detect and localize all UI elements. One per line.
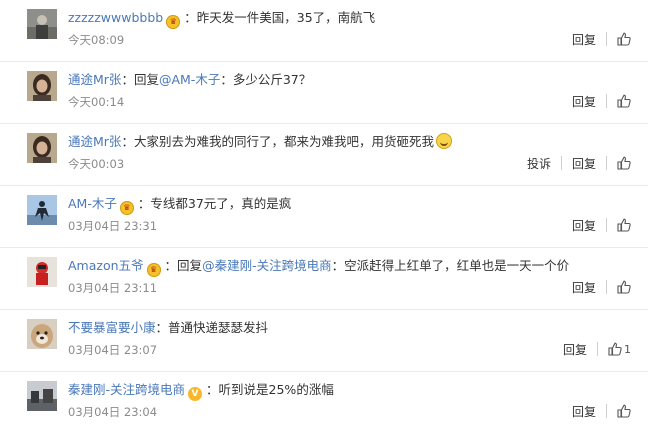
comment-actions: 回复 — [572, 403, 631, 419]
thumbs-up-icon — [617, 218, 631, 232]
timestamp: 03月04日 23:04 — [68, 405, 158, 419]
verified-v-icon: V — [188, 387, 203, 401]
divider — [606, 156, 607, 170]
comment-item: 不要暴富要小康：普通快递瑟瑟发抖 03月04日 23:07 回复 1 — [0, 310, 648, 372]
avatar[interactable] — [27, 133, 57, 163]
username-link[interactable]: 不要暴富要小康 — [68, 320, 156, 335]
vip-badge-icon: ♛ — [166, 15, 181, 29]
divider — [606, 32, 607, 46]
comment-actions: 回复 — [572, 93, 631, 109]
comment-text: 普通快递瑟瑟发抖 — [168, 320, 269, 335]
avatar[interactable] — [27, 319, 57, 349]
reply-link[interactable]: 回复 — [572, 31, 596, 48]
laughing-emoji-icon — [435, 133, 452, 149]
thumbs-up-icon — [617, 32, 631, 46]
reply-link[interactable]: 回复 — [572, 403, 596, 420]
username-link[interactable]: AM-木子 — [68, 196, 117, 211]
comment-item: AM-木子 ♛ ：专线都37元了，真的是疯 03月04日 23:31 回复 — [0, 186, 648, 248]
like-button[interactable] — [617, 156, 631, 170]
like-button[interactable] — [617, 280, 631, 294]
comment-content: AM-木子 ♛ ：专线都37元了，真的是疯 — [68, 195, 630, 215]
divider — [606, 94, 607, 108]
username-link[interactable]: 通途Mr张 — [68, 134, 121, 149]
divider — [606, 404, 607, 418]
comment-actions: 回复 — [572, 279, 631, 295]
comment-text: 大家别去为难我的同行了，都来为难我吧，用货砸死我 — [133, 134, 434, 149]
comment-item: 通途Mr张：大家别去为难我的同行了，都来为难我吧，用货砸死我 今天00:03 投… — [0, 124, 648, 186]
username-link[interactable]: Amazon五爷 — [68, 258, 144, 273]
comment-content: 不要暴富要小康：普通快递瑟瑟发抖 — [68, 320, 269, 335]
comment-actions: 投诉 回复 — [527, 155, 631, 171]
reply-prefix: 回复 — [133, 72, 159, 87]
comment-actions: 回复 1 — [563, 341, 631, 357]
username-link[interactable]: 通途Mr张 — [68, 72, 121, 87]
comment-list: zzzzzwwwbbbb ♛ ：昨天发一件美国，35了，南航飞 今天08:09 回复… — [0, 0, 648, 443]
divider — [560, 156, 562, 170]
avatar[interactable] — [27, 9, 57, 39]
timestamp: 03月04日 23:07 — [68, 343, 158, 357]
like-button[interactable] — [617, 94, 631, 108]
avatar[interactable] — [27, 195, 57, 225]
avatar[interactable] — [27, 71, 57, 101]
thumbs-up-icon — [617, 280, 631, 294]
comment-text: 多少公斤37？ — [232, 72, 312, 87]
comment-item: 秦建刚-关注跨境电商 V ：听到说是25%的涨幅 03月04日 23:04 回复 — [0, 372, 648, 443]
vip-badge-icon: ♛ — [146, 263, 161, 277]
username-link[interactable]: 秦建刚-关注跨境电商 — [68, 382, 185, 397]
reply-link[interactable]: 回复 — [572, 217, 596, 234]
timestamp: 03月04日 23:31 — [68, 219, 158, 233]
thumbs-up-icon — [617, 404, 631, 418]
divider — [606, 280, 607, 294]
comment-text: 空派赶得上红单了，红单也是一天一个价 — [344, 258, 570, 273]
mention-link[interactable]: @秦建刚-关注跨境电商 — [202, 258, 332, 273]
username-link[interactable]: zzzzzwwwbbbb — [68, 10, 163, 25]
comment-item: zzzzzwwwbbbb ♛ ：昨天发一件美国，35了，南航飞 今天08:09 回复 — [0, 0, 648, 62]
divider — [606, 218, 607, 232]
avatar[interactable] — [27, 381, 57, 411]
vip-badge-icon: ♛ — [119, 201, 134, 215]
comment-actions: 回复 — [572, 217, 631, 233]
thumbs-up-icon — [608, 342, 622, 356]
timestamp: 今天08:09 — [68, 33, 125, 47]
comment-actions: 回复 — [572, 31, 631, 47]
timestamp: 今天00:03 — [68, 157, 125, 171]
like-button[interactable]: 1 — [608, 342, 631, 356]
comment-content: 通途Mr张：回复@AM-木子：多少公斤37？ — [68, 72, 312, 87]
like-button[interactable] — [617, 218, 631, 232]
thumbs-up-icon — [617, 94, 631, 108]
like-count: 1 — [624, 342, 631, 356]
reply-link[interactable]: 回复 — [572, 93, 596, 110]
comment-item: Amazon五爷 ♛ ：回复@秦建刚-关注跨境电商：空派赶得上红单了，红单也是一天一… — [0, 248, 648, 310]
reply-prefix: 回复 — [177, 258, 203, 273]
comment-text: 专线都37元了，真的是疯 — [150, 196, 292, 211]
reply-link[interactable]: 回复 — [563, 341, 587, 358]
like-button[interactable] — [617, 32, 631, 46]
reply-link[interactable]: 回复 — [572, 155, 596, 172]
mention-link[interactable]: @AM-木子 — [159, 72, 220, 87]
comment-content: zzzzzwwwbbbb ♛ ：昨天发一件美国，35了，南航飞 — [68, 9, 630, 29]
timestamp: 03月04日 23:11 — [68, 281, 158, 295]
comment-item: 通途Mr张：回复@AM-木子：多少公斤37？ 今天00:14 回复 — [0, 62, 648, 124]
divider — [597, 342, 598, 356]
reply-link[interactable]: 回复 — [572, 279, 596, 296]
comment-text: 听到说是25%的涨幅 — [218, 382, 334, 397]
comment-content: Amazon五爷 ♛ ：回复@秦建刚-关注跨境电商：空派赶得上红单了，红单也是一天一… — [68, 257, 630, 277]
report-link[interactable]: 投诉 — [527, 155, 551, 172]
timestamp: 今天00:14 — [68, 95, 125, 109]
comment-content: 秦建刚-关注跨境电商 V ：听到说是25%的涨幅 — [68, 382, 334, 401]
thumbs-up-icon — [617, 156, 631, 170]
like-button[interactable] — [617, 404, 631, 418]
comment-text: 昨天发一件美国，35了，南航飞 — [196, 10, 376, 25]
avatar[interactable] — [27, 257, 57, 287]
comment-content: 通途Mr张：大家别去为难我的同行了，都来为难我吧，用货砸死我 — [68, 133, 630, 151]
